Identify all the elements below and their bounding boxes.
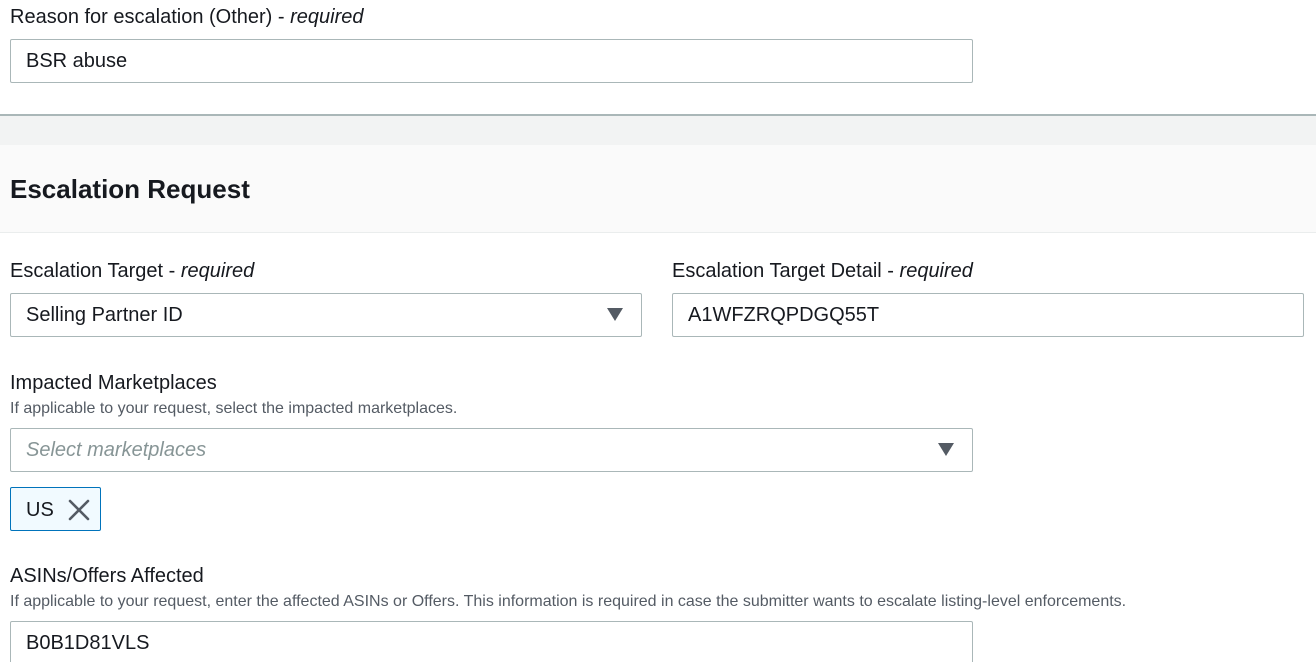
marketplaces-select[interactable]: Select marketplaces [10,428,973,472]
marketplaces-placeholder: Select marketplaces [26,439,207,461]
reason-input[interactable]: BSR abuse [10,39,973,83]
token-label: US [26,499,54,521]
reason-required-text: required [290,6,364,28]
marketplaces-description: If applicable to your request, select th… [10,400,458,417]
asins-label: ASINs/Offers Affected [10,565,204,587]
reason-label: Reason for escalation (Other) - required [10,6,364,28]
escalation-target-detail-label: Escalation Target Detail - required [672,260,973,282]
escalation-target-label-text: Escalation Target [10,260,164,282]
escalation-target-label: Escalation Target - required [10,260,255,282]
section-title: Escalation Request [10,174,250,204]
reason-input-value: BSR abuse [26,50,128,72]
asins-input-value: B0B1D81VLS [26,632,150,654]
marketplace-token-us: US [10,487,101,531]
caret-down-icon[interactable] [938,443,954,456]
section-divider [0,114,1316,145]
escalation-target-detail-value: A1WFZRQPDGQ55T [688,304,880,326]
escalation-target-detail-input[interactable]: A1WFZRQPDGQ55T [672,293,1304,337]
escalation-target-selected: Selling Partner ID [26,304,183,326]
escalation-form: Reason for escalation (Other) - required… [0,0,1316,662]
escalation-target-detail-label-text: Escalation Target Detail [672,260,882,282]
close-icon[interactable] [67,498,91,522]
asins-description: If applicable to your request, enter the… [10,593,1127,610]
escalation-target-select[interactable]: Selling Partner ID [10,293,642,337]
reason-label-text: Reason for escalation (Other) [10,6,273,28]
escalation-target-detail-required-text: required [899,260,973,282]
marketplaces-label: Impacted Marketplaces [10,372,217,394]
escalation-target-required-text: required [180,260,255,282]
section-header: Escalation Request [0,145,1316,233]
asins-input[interactable]: B0B1D81VLS [10,621,973,662]
caret-down-icon[interactable] [607,308,623,321]
